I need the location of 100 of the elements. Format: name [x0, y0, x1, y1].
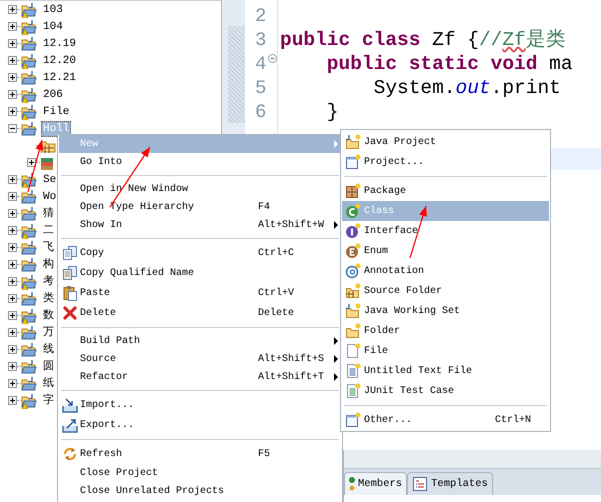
- project-name[interactable]: 类: [41, 290, 56, 306]
- expand-toggle[interactable]: [8, 39, 17, 48]
- project-name[interactable]: 构: [41, 256, 56, 272]
- project-name[interactable]: File: [41, 104, 72, 120]
- expand-toggle[interactable]: [8, 22, 17, 31]
- project-name[interactable]: 飞: [41, 240, 56, 256]
- project-name[interactable]: 万: [41, 324, 56, 340]
- expand-toggle[interactable]: [8, 345, 17, 354]
- expand-toggle[interactable]: [27, 158, 36, 167]
- project-name[interactable]: Se: [41, 172, 58, 188]
- menu-item[interactable]: Enum: [342, 241, 549, 261]
- menu-item[interactable]: Untitled Text File: [342, 361, 549, 381]
- code-line: public static void ma: [326, 53, 573, 75]
- expand-toggle[interactable]: [8, 56, 17, 65]
- code-line: public class Zf {//Zf是类: [280, 29, 566, 51]
- menu-item[interactable]: Source Alt+Shift+S: [59, 350, 341, 368]
- menu-item[interactable]: Go Into: [59, 153, 341, 171]
- project-name[interactable]: 字: [41, 392, 56, 408]
- expand-toggle[interactable]: [8, 362, 17, 371]
- expand-toggle[interactable]: [8, 294, 17, 303]
- project-name[interactable]: 二: [41, 222, 56, 238]
- project-name[interactable]: 圆: [41, 358, 56, 374]
- menu-item[interactable]: Package: [342, 181, 549, 201]
- menu-item[interactable]: Close Project: [59, 464, 341, 482]
- code-line: System.out.print: [372, 77, 561, 99]
- menu-item[interactable]: Delete Delete: [59, 303, 341, 323]
- project-name[interactable]: Wo: [41, 188, 58, 204]
- folder-set-icon: [345, 303, 361, 319]
- expand-toggle[interactable]: [8, 192, 17, 201]
- menu-item[interactable]: Copy Qualified Name: [59, 263, 341, 283]
- project-name[interactable]: 12.19: [41, 36, 78, 52]
- copy-icon: [62, 265, 78, 281]
- line-number: 6: [255, 100, 266, 124]
- expand-toggle[interactable]: [8, 277, 17, 286]
- menu-item[interactable]: Close Unrelated Projects: [59, 482, 341, 500]
- project-name[interactable]: 206: [41, 86, 65, 102]
- menu-item[interactable]: File: [342, 341, 549, 361]
- project-name[interactable]: 104: [41, 18, 65, 34]
- project-name[interactable]: 数: [41, 308, 56, 324]
- project-name[interactable]: 12.20: [41, 52, 78, 68]
- panel-tab[interactable]: Templates: [407, 472, 493, 495]
- project-name[interactable]: 线: [41, 342, 56, 358]
- expand-toggle[interactable]: [8, 209, 17, 218]
- members-icon: [349, 477, 355, 491]
- project-name[interactable]: 103: [41, 2, 65, 18]
- menu-item[interactable]: Java Project: [342, 132, 549, 152]
- menu-item[interactable]: Open Type Hierarchy F4: [59, 198, 341, 216]
- menu-item[interactable]: Copy Ctrl+C: [59, 243, 341, 263]
- expand-toggle[interactable]: [8, 90, 17, 99]
- expand-toggle[interactable]: [8, 175, 17, 184]
- menu-item[interactable]: Folder: [342, 321, 549, 341]
- submenu-arrow-icon: [334, 355, 338, 363]
- menu-item[interactable]: Open in New Window: [59, 180, 341, 198]
- expand-toggle[interactable]: [8, 73, 17, 82]
- expand-toggle[interactable]: [8, 260, 17, 269]
- line-number: 3: [255, 28, 266, 52]
- expand-toggle[interactable]: [8, 243, 17, 252]
- expand-toggle[interactable]: [8, 124, 17, 133]
- menu-item[interactable]: Refresh F5: [59, 444, 341, 464]
- menu-item[interactable]: Build Path: [59, 332, 341, 350]
- expand-toggle[interactable]: [8, 107, 17, 116]
- menu-item[interactable]: Interface: [342, 221, 549, 241]
- panel-tab[interactable]: Members: [344, 472, 408, 495]
- menu-item[interactable]: Annotation: [342, 261, 549, 281]
- template-icon: [412, 476, 428, 492]
- menu-item[interactable]: Other... Ctrl+N: [342, 410, 549, 430]
- copy-icon: [62, 245, 78, 261]
- menu-item[interactable]: Refactor Alt+Shift+T: [59, 368, 341, 386]
- source-folder-icon: [345, 283, 361, 299]
- expand-toggle[interactable]: [8, 5, 17, 14]
- line-number: 4: [255, 52, 266, 76]
- expand-toggle[interactable]: [8, 396, 17, 405]
- menu-item[interactable]: Show In Alt+Shift+W: [59, 216, 341, 234]
- project-name[interactable]: 考: [41, 274, 56, 290]
- menu-item[interactable]: Paste Ctrl+V: [59, 283, 341, 303]
- scrollbar-thumb[interactable]: [228, 26, 245, 123]
- window-icon: [345, 412, 361, 428]
- project-name[interactable]: 猜: [41, 206, 56, 222]
- menu-item[interactable]: Java Working Set: [342, 301, 549, 321]
- collapse-icon[interactable]: [268, 54, 277, 63]
- import-icon: [62, 397, 78, 413]
- refresh-icon: [62, 446, 78, 462]
- folder-icon: [345, 323, 361, 339]
- menu-item[interactable]: Source Folder: [342, 281, 549, 301]
- code-line: }: [326, 101, 339, 123]
- expand-toggle[interactable]: [8, 379, 17, 388]
- project-name[interactable]: 12.21: [41, 70, 78, 86]
- expand-toggle[interactable]: [8, 311, 17, 320]
- submenu-arrow-icon: [334, 221, 338, 229]
- package-icon: [345, 183, 361, 199]
- interface-icon: [345, 223, 361, 239]
- submenu-arrow-icon: [334, 373, 338, 381]
- expand-toggle[interactable]: [8, 328, 17, 337]
- project-name[interactable]: 纸: [41, 376, 56, 392]
- menu-item[interactable]: Export...: [59, 415, 341, 435]
- menu-item[interactable]: Import...: [59, 395, 341, 415]
- menu-item[interactable]: Project...: [342, 152, 549, 172]
- line-number: 2: [255, 4, 266, 28]
- menu-item[interactable]: JUnit Test Case: [342, 381, 549, 401]
- expand-toggle[interactable]: [8, 226, 17, 235]
